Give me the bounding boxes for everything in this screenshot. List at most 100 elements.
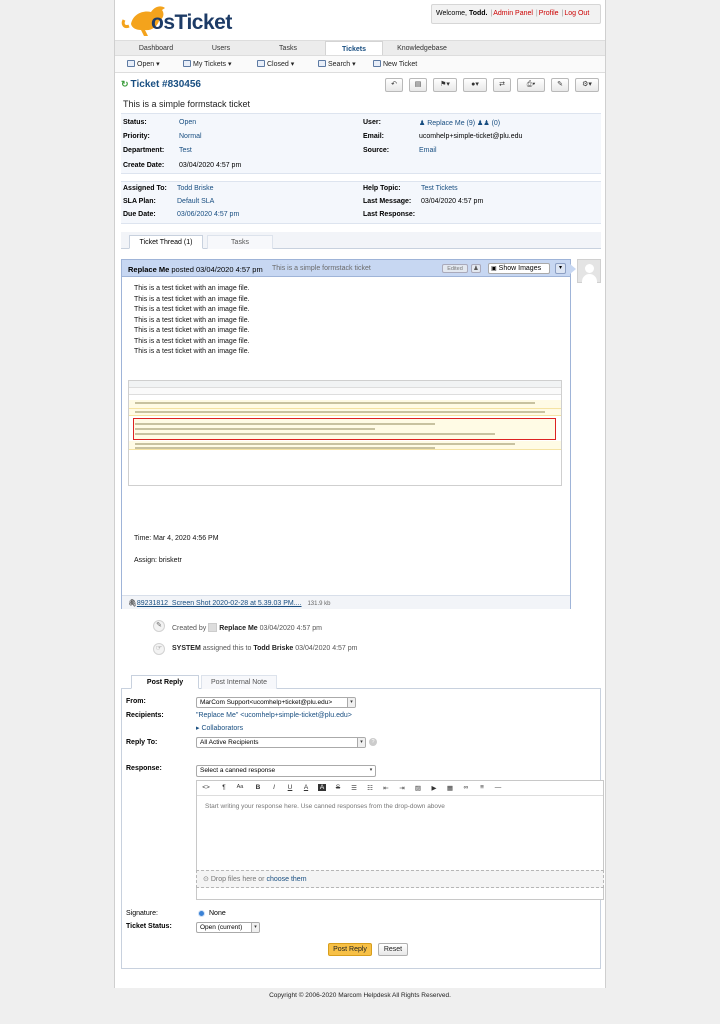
show-images-label: Show Images — [498, 265, 542, 272]
reply-to-select[interactable]: All Active Recipients ▾ — [196, 737, 366, 748]
link-icon[interactable]: ∞ — [461, 784, 471, 791]
body-line: This is a test ticket with an image file… — [134, 285, 250, 292]
bullet-list-icon[interactable]: ☰ — [349, 784, 359, 792]
settings-icon[interactable]: ⚙▾ — [575, 78, 599, 92]
tab-users[interactable]: Users — [191, 41, 251, 56]
admin-panel-link[interactable]: Admin Panel — [493, 10, 533, 17]
osticket-logo[interactable]: osTicket — [121, 2, 232, 38]
tab-post-internal-note[interactable]: Post Internal Note — [201, 675, 277, 689]
entry-pointer-arrow — [570, 264, 576, 274]
indent-icon[interactable]: ⇥ — [397, 784, 407, 792]
help-topic-label: Help Topic: — [363, 185, 401, 192]
tab-tasks[interactable]: Tasks — [251, 41, 325, 56]
print-icon[interactable]: ▤ — [409, 78, 427, 92]
horizontal-rule-icon[interactable]: — — [493, 784, 503, 791]
entry-subject: This is a simple formstack ticket — [272, 265, 371, 272]
subnav-my-tickets-label: My Tickets ▾ — [193, 61, 232, 68]
tab-tickets[interactable]: Tickets — [325, 41, 383, 56]
subnav-my-tickets[interactable]: My Tickets ▾ — [183, 60, 232, 68]
video-icon[interactable]: ▶ — [429, 784, 439, 792]
strikethrough-icon[interactable]: S — [333, 784, 343, 791]
user-value[interactable]: ♟ Replace Me (9) ♟♟ (0) — [419, 119, 500, 127]
created-time: 03/04/2020 4:57 pm — [257, 625, 322, 632]
image-icon[interactable]: ▨ — [413, 784, 423, 792]
choose-files-link[interactable]: choose them — [266, 876, 306, 883]
email-value: ucomhelp+simple-ticket@plu.edu — [419, 133, 523, 140]
print-menu-icon[interactable]: ⎙▾ — [517, 78, 545, 92]
file-drop-zone[interactable]: ⊙ Drop files here or choose them — [196, 870, 604, 888]
body-line: This is a test ticket with an image file… — [134, 296, 250, 303]
help-topic-value[interactable]: Test Tickets — [421, 185, 458, 192]
refresh-icon[interactable]: ↻ — [121, 79, 129, 89]
ticket-status-value: Open (current) — [200, 924, 243, 931]
from-select-value: MarCom Support<ucomhelp+ticket@plu.edu> — [200, 699, 333, 706]
font-color-icon[interactable]: A — [301, 784, 311, 791]
chevron-down-icon: ▾ — [251, 923, 259, 932]
image-icon: ▣ — [491, 266, 497, 272]
reply-icon[interactable]: ↶ — [385, 78, 403, 92]
closed-icon — [257, 60, 265, 67]
logout-link[interactable]: Log Out — [564, 10, 589, 17]
paragraph-icon[interactable]: ¶ — [219, 784, 229, 791]
font-size-icon[interactable]: Aa — [235, 784, 245, 790]
subnav-search[interactable]: Search ▾ — [318, 60, 356, 68]
entry-options-dropdown[interactable]: ▾ — [555, 263, 566, 274]
console-text-line — [135, 428, 375, 430]
source-label: Source: — [363, 147, 390, 154]
due-date-value[interactable]: 03/06/2020 4:57 pm — [177, 211, 239, 218]
console-text-line — [135, 447, 435, 449]
priority-value[interactable]: Normal — [179, 133, 202, 140]
assign-icon[interactable]: ●▾ — [463, 78, 487, 92]
from-select[interactable]: MarCom Support<ucomhelp+ticket@plu.edu> ▾ — [196, 697, 356, 708]
subnav-closed[interactable]: Closed ▾ — [257, 60, 294, 68]
help-icon[interactable]: ? — [369, 738, 377, 746]
ticket-number-title[interactable]: ↻ Ticket #830456 — [121, 79, 201, 90]
bold-icon[interactable]: B — [253, 784, 263, 791]
department-value[interactable]: Test — [179, 147, 192, 154]
console-text-line — [135, 402, 535, 404]
edited-badge[interactable]: Edited — [442, 264, 468, 273]
transfer-icon[interactable]: ⇄ — [493, 78, 511, 92]
thread-tabs: Ticket Thread (1) Tasks — [121, 232, 601, 249]
sla-plan-label: SLA Plan: — [123, 198, 156, 205]
signature-radio[interactable] — [198, 910, 205, 917]
table-icon[interactable]: ▦ — [445, 784, 455, 792]
ticket-status-select[interactable]: Open (current) ▾ — [196, 922, 260, 933]
subnav-open[interactable]: Open ▾ — [127, 60, 160, 68]
code-view-icon[interactable]: <> — [201, 784, 211, 791]
numbered-list-icon[interactable]: ☷ — [365, 784, 375, 792]
user-icon[interactable]: ♟ — [471, 264, 481, 273]
tab-knowledgebase[interactable]: Knowledgebase — [387, 41, 457, 56]
outdent-icon[interactable]: ⇤ — [381, 784, 391, 792]
highlight-icon[interactable]: A — [318, 784, 326, 791]
show-images-button[interactable]: ▣ Show Images — [488, 263, 550, 274]
canned-response-value: Select a canned response — [200, 767, 276, 774]
post-reply-button[interactable]: Post Reply — [328, 943, 372, 956]
tab-dashboard[interactable]: Dashboard — [121, 41, 191, 56]
edit-icon[interactable]: ✎ — [551, 78, 569, 92]
tab-ticket-thread[interactable]: Ticket Thread (1) — [129, 235, 203, 249]
italic-icon[interactable]: I — [269, 784, 279, 791]
attachment-link[interactable]: 89231812_Screen Shot 2020-02-28 at 5.39.… — [137, 600, 302, 607]
canned-response-select[interactable]: Select a canned response ▾ — [196, 765, 376, 777]
assigned-text: assigned this to — [200, 645, 254, 652]
assigned-to-value[interactable]: Todd Briske — [177, 185, 214, 192]
underline-icon[interactable]: U — [285, 784, 295, 791]
sla-plan-value[interactable]: Default SLA — [177, 198, 214, 205]
tab-post-reply[interactable]: Post Reply — [131, 675, 199, 689]
entry-header-text: Replace Me posted 03/04/2020 4:57 pm — [128, 265, 263, 274]
attachment: 🖇89231812_Screen Shot 2020-02-28 at 5.39… — [128, 599, 331, 607]
body-line: This is a test ticket with an image file… — [134, 317, 250, 324]
profile-link[interactable]: Profile — [539, 10, 559, 17]
source-value[interactable]: Email — [419, 147, 437, 154]
recipients-value[interactable]: "Replace Me" <ucomhelp+simple-ticket@plu… — [196, 712, 352, 719]
subnav-new-ticket[interactable]: New Ticket — [373, 60, 417, 68]
collaborators-toggle[interactable]: ▸ Collaborators — [196, 724, 243, 732]
recipients-label: Recipients: — [126, 712, 164, 719]
flag-icon[interactable]: ⚑▾ — [433, 78, 457, 92]
status-value[interactable]: Open — [179, 119, 196, 126]
align-icon[interactable]: ≡ — [477, 784, 487, 791]
reset-button[interactable]: Reset — [378, 943, 408, 956]
department-label: Department: — [123, 147, 165, 154]
tab-thread-tasks[interactable]: Tasks — [207, 235, 273, 249]
